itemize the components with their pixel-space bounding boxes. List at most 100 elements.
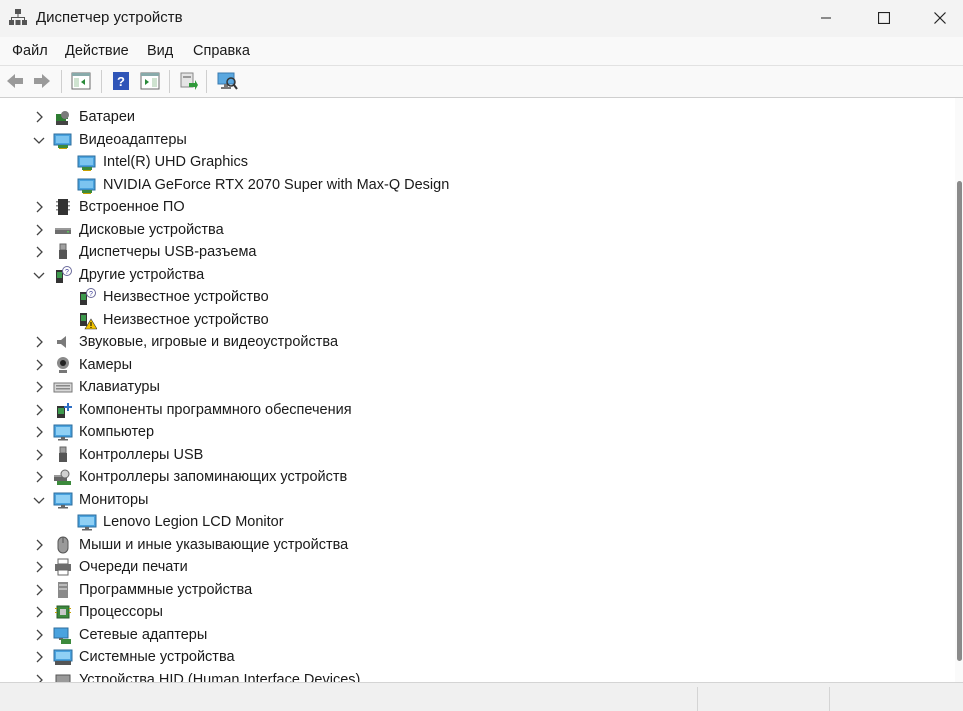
device-category[interactable]: Встроенное ПО	[0, 196, 930, 218]
maximize-icon	[878, 12, 890, 24]
title-bar: Диспетчер устройств	[0, 0, 963, 36]
computer-icon	[53, 424, 73, 441]
chevron-right-icon[interactable]	[31, 379, 47, 395]
tree-item-label: Дисковые устройства	[79, 221, 224, 238]
device-category[interactable]: Контроллеры USB	[0, 444, 930, 466]
tree-item-label: Звуковые, игровые и видеоустройства	[79, 334, 339, 350]
unknown-device-icon: ?	[56, 265, 72, 283]
menu-bar: Файл Действие Вид Справка	[0, 37, 963, 65]
maximize-button[interactable]	[861, 0, 907, 36]
mouse-icon	[57, 536, 69, 553]
device-category[interactable]: Компьютер	[0, 421, 930, 443]
chevron-right-icon[interactable]	[31, 357, 47, 373]
tree-item-label: Встроенное ПО	[79, 199, 185, 215]
device-item[interactable]: NVIDIA GeForce RTX 2070 Super with Max-Q…	[0, 174, 930, 196]
chevron-right-icon[interactable]	[31, 244, 47, 260]
chevron-right-icon[interactable]	[31, 649, 47, 665]
chevron-right-icon[interactable]	[31, 424, 47, 440]
svg-text:?: ?	[117, 74, 125, 89]
device-category[interactable]: Батареи	[0, 106, 930, 128]
keyboard-icon	[53, 382, 73, 393]
device-item[interactable]: Intel(R) UHD Graphics	[0, 151, 930, 173]
chevron-right-icon[interactable]	[31, 222, 47, 238]
tree-item-label: Intel(R) UHD Graphics	[103, 154, 249, 170]
chevron-right-icon[interactable]	[31, 627, 47, 643]
close-icon	[934, 12, 946, 24]
disk-drive-icon	[55, 227, 71, 234]
device-category[interactable]: Клавиатуры	[0, 376, 930, 398]
device-category[interactable]: Видеоадаптеры	[0, 129, 930, 151]
chevron-right-icon[interactable]	[31, 447, 47, 463]
status-bar	[0, 682, 963, 711]
device-category[interactable]: Дисковые устройства	[0, 219, 930, 241]
window-title: Диспетчер устройств	[36, 9, 183, 26]
device-category[interactable]: Звуковые, игровые и видеоустройства	[0, 331, 930, 353]
device-category[interactable]: Системные устройства	[0, 646, 930, 668]
network-adapter-icon	[53, 627, 71, 644]
tree-item-label: Мыши и иные указывающие устройства	[79, 536, 349, 553]
menu-file[interactable]: Файл	[12, 43, 48, 59]
forward-arrow-icon[interactable]	[31, 70, 53, 92]
menu-view[interactable]: Вид	[147, 43, 173, 59]
chevron-right-icon[interactable]	[31, 109, 47, 125]
menu-action[interactable]: Действие	[65, 43, 129, 59]
unknown-device-icon: ?	[80, 288, 96, 305]
scan-hardware-icon[interactable]	[216, 70, 238, 92]
device-category[interactable]: Устройства HID (Human Interface Devices)	[0, 669, 930, 683]
chevron-right-icon[interactable]	[31, 604, 47, 620]
vertical-scrollbar[interactable]	[955, 98, 963, 683]
menu-help[interactable]: Справка	[193, 43, 250, 59]
minimize-button[interactable]	[803, 0, 849, 36]
tree-item-label: Контроллеры запоминающих устройств	[79, 469, 348, 485]
device-category[interactable]: Процессоры	[0, 601, 930, 623]
device-item[interactable]: ? Неизвестное устройство	[0, 286, 930, 308]
tree-item-label: Программные устройства	[79, 581, 253, 598]
close-button[interactable]	[917, 0, 963, 36]
chevron-right-icon[interactable]	[31, 199, 47, 215]
device-category[interactable]: Диспетчеры USB-разъема	[0, 241, 930, 263]
tree-item-label: Компоненты программного обеспечения	[79, 401, 352, 418]
device-category[interactable]: Камеры	[0, 354, 930, 376]
tree-item-label: Батареи	[79, 109, 136, 125]
usb-connector-icon	[59, 243, 67, 259]
show-hide-console-tree-icon[interactable]	[70, 70, 92, 92]
toolbar-separator	[101, 70, 102, 93]
chevron-down-icon[interactable]	[31, 267, 47, 283]
chevron-right-icon[interactable]	[31, 582, 47, 598]
chevron-right-icon[interactable]	[31, 469, 47, 485]
status-divider	[829, 687, 830, 711]
firmware-chip-icon	[56, 199, 70, 215]
software-device-icon	[58, 581, 68, 598]
update-driver-icon[interactable]	[177, 70, 199, 92]
chevron-right-icon[interactable]	[31, 402, 47, 418]
tree-item-label: Контроллеры USB	[79, 446, 204, 463]
tree-item-label: Неизвестное устройство	[103, 289, 269, 305]
display-adapter-icon	[77, 155, 96, 171]
action-pane-icon[interactable]	[139, 70, 161, 92]
device-category[interactable]: Мониторы	[0, 489, 930, 511]
chevron-right-icon[interactable]	[31, 559, 47, 575]
device-category[interactable]: Мыши и иные указывающие устройства	[0, 534, 930, 556]
device-category[interactable]: Сетевые адаптеры	[0, 624, 930, 646]
device-tree: Батареи Видеоадаптеры Intel(R) UHD Graphic…	[0, 97, 963, 683]
tree-item-label: Камеры	[79, 356, 133, 373]
device-category[interactable]: Программные устройства	[0, 579, 930, 601]
display-adapter-icon	[53, 133, 72, 149]
device-category[interactable]: Контроллеры запоминающих устройств	[0, 466, 930, 488]
help-icon[interactable]: ?	[110, 70, 132, 92]
device-category[interactable]: Компоненты программного обеспечения	[0, 399, 930, 421]
chevron-right-icon[interactable]	[31, 334, 47, 350]
chevron-down-icon[interactable]	[31, 132, 47, 148]
scrollbar-thumb[interactable]	[957, 181, 962, 661]
device-category[interactable]: Очереди печати	[0, 556, 930, 578]
device-item[interactable]: Неизвестное устройство	[0, 309, 930, 331]
chevron-down-icon[interactable]	[31, 492, 47, 508]
chevron-right-icon[interactable]	[31, 537, 47, 553]
tree-item-label: Сетевые адаптеры	[79, 626, 208, 643]
tree-item-label: Другие устройства	[79, 266, 205, 283]
svg-text:?: ?	[65, 269, 69, 276]
back-arrow-icon[interactable]	[4, 70, 26, 92]
software-component-icon	[57, 402, 72, 418]
device-category[interactable]: ? Другие устройства	[0, 264, 930, 286]
device-item[interactable]: Lenovo Legion LCD Monitor	[0, 511, 930, 533]
